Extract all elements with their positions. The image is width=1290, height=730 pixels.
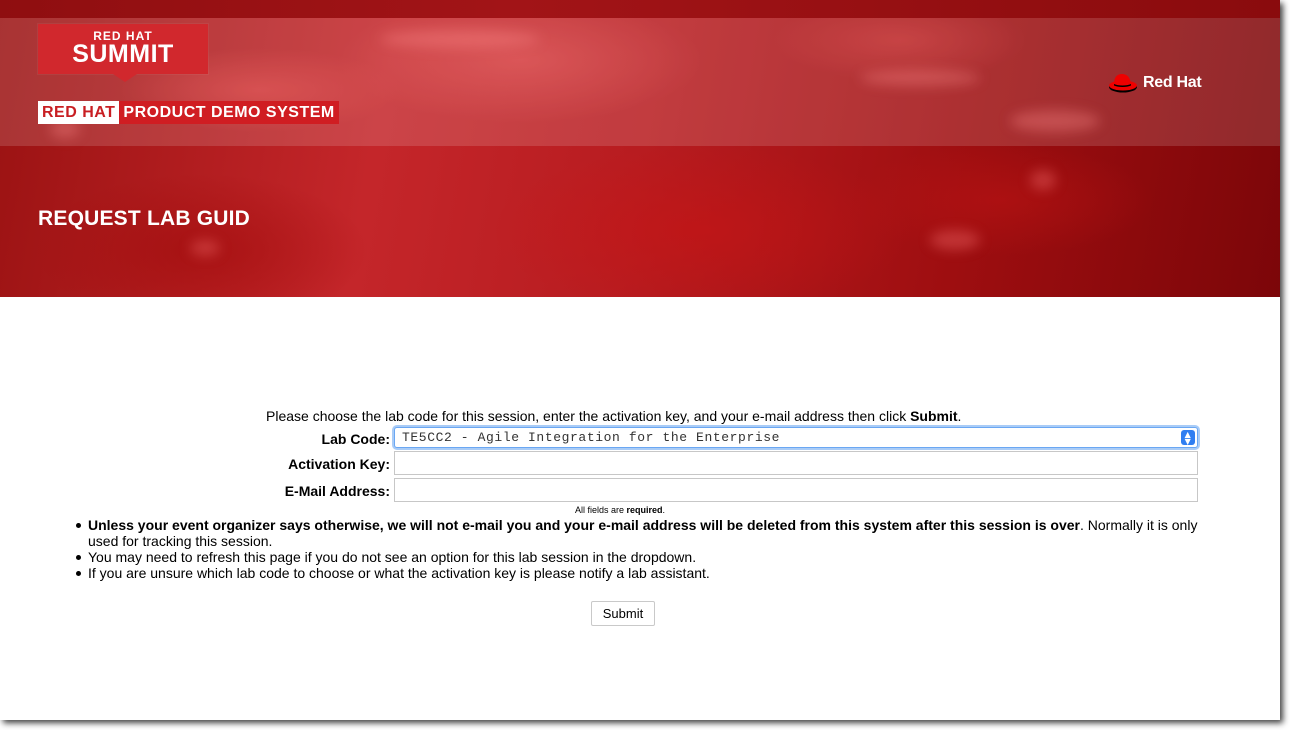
instructions-text: Please choose the lab code for this sess… xyxy=(266,408,911,424)
light-streak xyxy=(930,230,980,250)
activation-key-field[interactable] xyxy=(394,451,1198,475)
note-assistant: If you are unsure which lab code to choo… xyxy=(88,565,710,581)
red-hat-fedora-icon xyxy=(1109,74,1137,93)
required-note-period: . xyxy=(662,505,666,515)
redhat-brand-text: Red Hat xyxy=(1143,74,1202,91)
required-note-text: All fields are xyxy=(575,505,627,515)
light-streak xyxy=(190,240,220,256)
note-privacy-bold: Unless your event organizer says otherwi… xyxy=(88,517,1080,533)
list-item: If you are unsure which lab code to choo… xyxy=(76,565,1203,581)
product-demo-tag: RED HAT PRODUCT DEMO SYSTEM xyxy=(38,101,339,124)
summit-logo-line2: SUMMIT xyxy=(72,40,174,68)
email-field[interactable] xyxy=(394,478,1198,502)
instructions-period: . xyxy=(957,408,962,424)
demo-tag-system: PRODUCT DEMO SYSTEM xyxy=(119,101,339,124)
list-item: Unless your event organizer says otherwi… xyxy=(76,517,1203,549)
instructions-submit-word: Submit xyxy=(910,408,958,424)
demo-tag-redhat: RED HAT xyxy=(38,101,120,124)
lab-code-selected-value: TE5CC2 - Agile Integration for the Enter… xyxy=(402,430,781,445)
summit-logo-tail xyxy=(113,74,137,82)
list-item: You may need to refresh this page if you… xyxy=(76,549,1203,565)
top-strip xyxy=(0,0,1280,18)
notes-list: Unless your event organizer says otherwi… xyxy=(76,517,1203,581)
activation-key-label: Activation Key: xyxy=(288,456,390,472)
redhat-brand[interactable]: Red Hat xyxy=(1108,72,1202,94)
hero-banner: RED HAT SUMMIT RED HAT PRODUCT DEMO SYST… xyxy=(0,0,1280,297)
summit-logo: RED HAT SUMMIT xyxy=(38,24,208,82)
lab-code-select[interactable]: TE5CC2 - Agile Integration for the Enter… xyxy=(394,427,1198,448)
required-note: All fields are required. xyxy=(575,505,665,515)
note-refresh: You may need to refresh this page if you… xyxy=(88,549,697,565)
page-title: REQUEST LAB GUID xyxy=(38,207,251,230)
form-instructions: Please choose the lab code for this sess… xyxy=(266,408,961,424)
email-label: E-Mail Address: xyxy=(284,483,390,499)
required-note-bold: required xyxy=(626,505,663,515)
submit-button[interactable]: Submit xyxy=(591,601,655,626)
browser-window: RED HAT SUMMIT RED HAT PRODUCT DEMO SYST… xyxy=(0,0,1280,720)
light-streak xyxy=(1030,170,1056,190)
select-updown-arrows-icon[interactable]: ▲ ▼ xyxy=(1181,430,1195,446)
lab-code-label: Lab Code: xyxy=(321,431,390,447)
